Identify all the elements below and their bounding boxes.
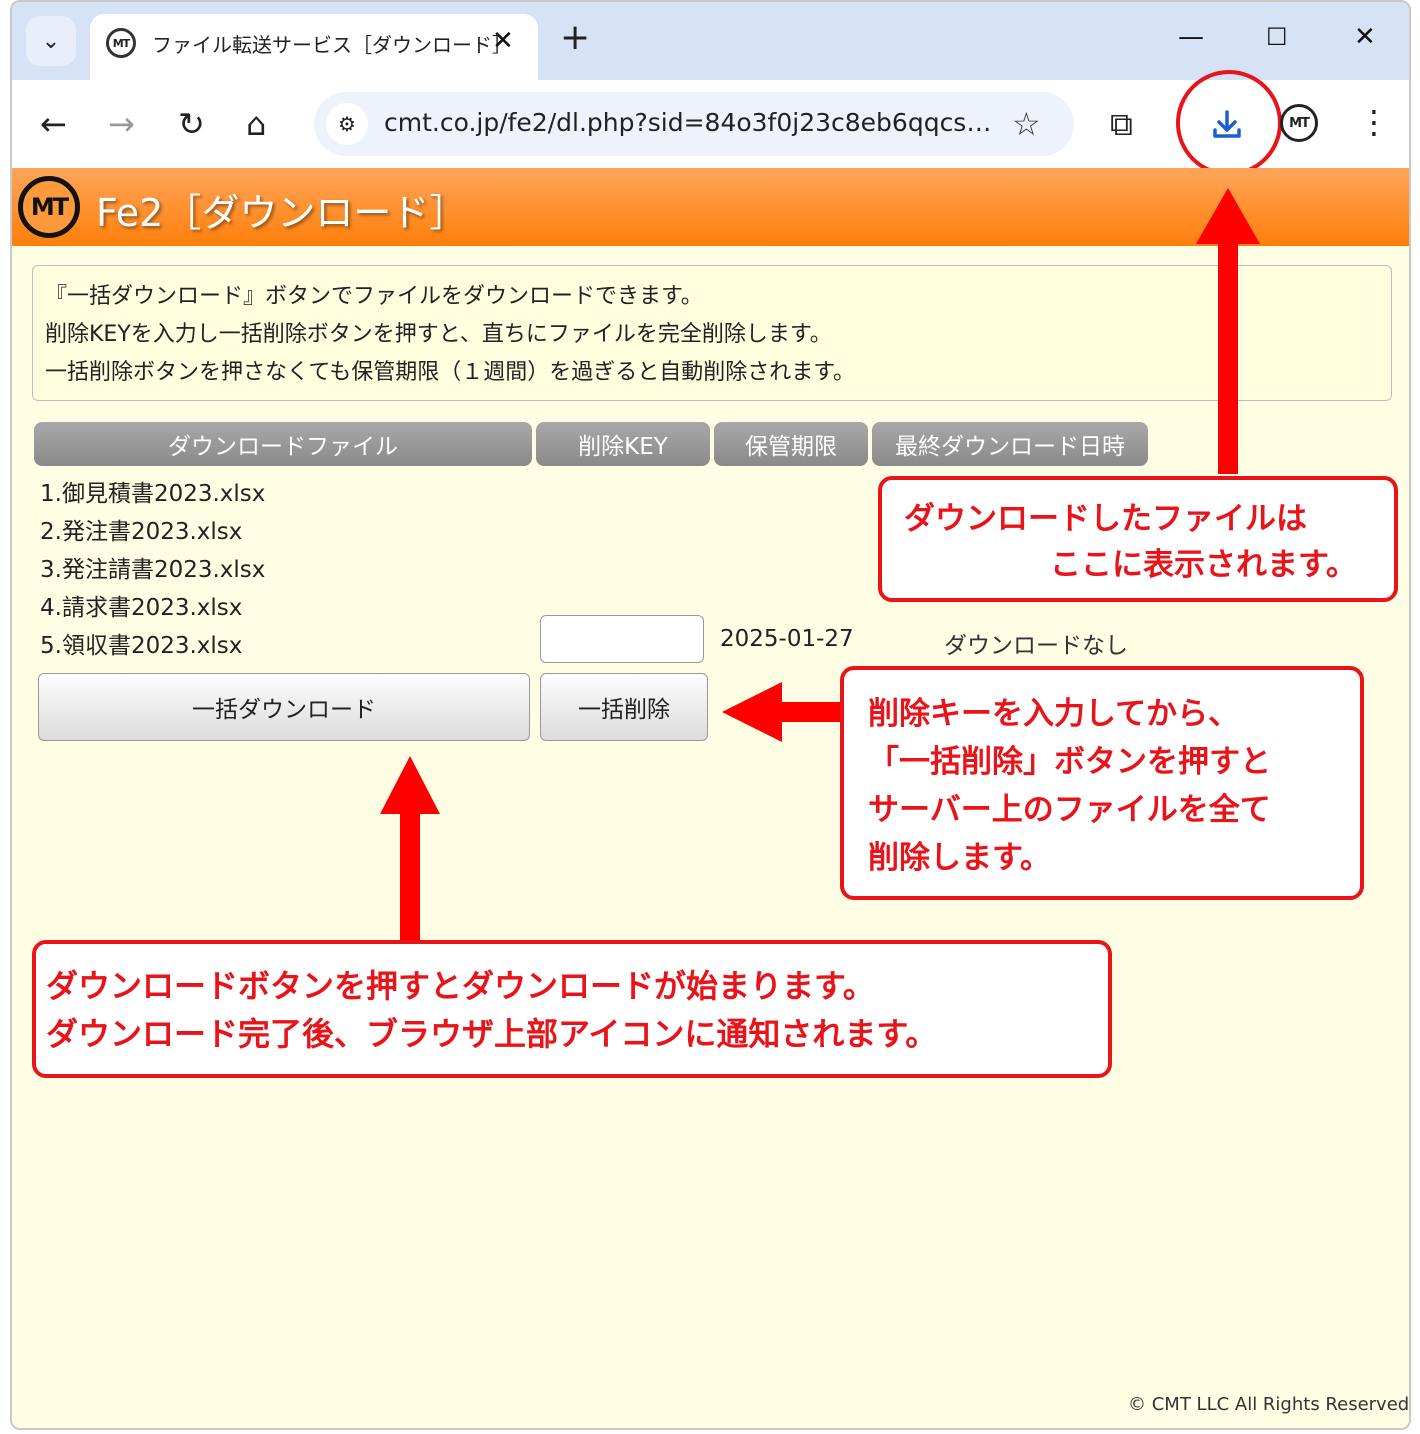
expiry-date: 2025-01-27 — [720, 626, 854, 652]
tab-active[interactable]: MT ファイル転送サービス［ダウンロード］ ✕ — [90, 14, 538, 80]
info-line: 削除KEYを入力し一括削除ボタンを押すと、直ちにファイルを完全削除します。 — [45, 322, 832, 347]
callout-line: 削除します。 — [868, 840, 1051, 876]
site-info-icon[interactable]: ⚙ — [326, 103, 368, 145]
last-download-status: ダウンロードなし — [944, 633, 1128, 659]
back-arrow-icon[interactable]: ← — [40, 104, 67, 144]
file-list-item: 5.領収書2023.xlsx — [40, 633, 243, 659]
file-list-item: 4.請求書2023.xlsx — [40, 595, 243, 621]
info-line: 一括削除ボタンを押さなくても保管期限（１週間）を過ぎると自動削除されます。 — [45, 360, 856, 385]
site-header: MT Fe2［ダウンロード］ — [12, 168, 1409, 246]
minimize-icon[interactable]: — — [1178, 22, 1204, 52]
tab-title: ファイル転送サービス［ダウンロード］ — [152, 33, 512, 57]
callout-line: ここに表示されます。 — [1050, 547, 1357, 583]
close-tab-icon[interactable]: ✕ — [492, 26, 514, 56]
callout-line: サーバー上のファイルを全て — [868, 792, 1271, 828]
header-download-file: ダウンロードファイル — [34, 422, 532, 466]
window-close-icon[interactable]: ✕ — [1354, 22, 1376, 52]
download-highlight-circle — [1176, 70, 1282, 176]
extensions-icon[interactable]: ⧉ — [1110, 104, 1133, 144]
file-list-item: 1.御見積書2023.xlsx — [40, 481, 266, 507]
info-line: 『一括ダウンロード』ボタンでファイルをダウンロードできます。 — [45, 284, 703, 309]
callout-download-location: ダウンロードしたファイルは ここに表示されます。 — [878, 476, 1398, 602]
header-expiry: 保管期限 — [714, 422, 868, 466]
file-list-item: 2.発注書2023.xlsx — [40, 519, 243, 545]
callout-line: ダウンロードボタンを押すとダウンロードが始まります。 — [46, 967, 875, 1005]
browser-toolbar: ← → ↻ ⌂ ⚙ cmt.co.jp/fe2/dl.php?sid=84o3f… — [12, 70, 1409, 176]
tab-search-button[interactable]: ⌄ — [26, 16, 76, 66]
cmt-logo-icon: MT — [18, 176, 80, 238]
chevron-down-icon: ⌄ — [41, 28, 61, 54]
callout-line: ダウンロードしたファイルは — [904, 501, 1307, 537]
copyright: © CMT LLC All Rights Reserved. — [1128, 1394, 1411, 1415]
menu-dots-icon[interactable]: ⋮ — [1358, 100, 1390, 144]
bulk-delete-button[interactable]: 一括削除 — [540, 673, 708, 741]
tab-strip: ⌄ MT ファイル転送サービス［ダウンロード］ ✕ + — ☐ ✕ — [12, 2, 1409, 80]
profile-avatar-icon[interactable]: MT — [1280, 104, 1318, 142]
maximize-icon[interactable]: ☐ — [1266, 22, 1288, 52]
bulk-download-button[interactable]: 一括ダウンロード — [38, 673, 530, 741]
callout-delete-note: 削除キーを入力してから、 「一括削除」ボタンを押すと サーバー上のファイルを全て… — [840, 666, 1364, 900]
bookmark-star-icon[interactable]: ☆ — [1012, 104, 1041, 144]
delete-key-input[interactable] — [540, 615, 704, 663]
callout-download-note: ダウンロードボタンを押すとダウンロードが始まります。 ダウンロード完了後、ブラウ… — [32, 940, 1112, 1078]
reload-icon[interactable]: ↻ — [178, 104, 205, 144]
new-tab-icon[interactable]: + — [560, 20, 590, 56]
callout-line: ダウンロード完了後、ブラウザ上部アイコンに通知されます。 — [46, 1015, 938, 1053]
address-bar[interactable]: ⚙ cmt.co.jp/fe2/dl.php?sid=84o3f0j23c8eb… — [314, 92, 1074, 156]
cmt-favicon-icon: MT — [106, 28, 136, 58]
header-last-download: 最終ダウンロード日時 — [872, 422, 1148, 466]
home-icon[interactable]: ⌂ — [246, 104, 266, 144]
url-text[interactable]: cmt.co.jp/fe2/dl.php?sid=84o3f0j23c8eb6q… — [384, 108, 994, 137]
forward-arrow-icon[interactable]: → — [108, 104, 135, 144]
callout-line: 「一括削除」ボタンを押すと — [868, 744, 1271, 780]
info-box: 『一括ダウンロード』ボタンでファイルをダウンロードできます。 削除KEYを入力し… — [32, 265, 1392, 401]
file-list-item: 3.発注請書2023.xlsx — [40, 557, 266, 583]
callout-line: 削除キーを入力してから、 — [868, 696, 1240, 732]
header-delete-key: 削除KEY — [536, 422, 710, 466]
page-title: Fe2［ダウンロード］ — [96, 191, 468, 235]
